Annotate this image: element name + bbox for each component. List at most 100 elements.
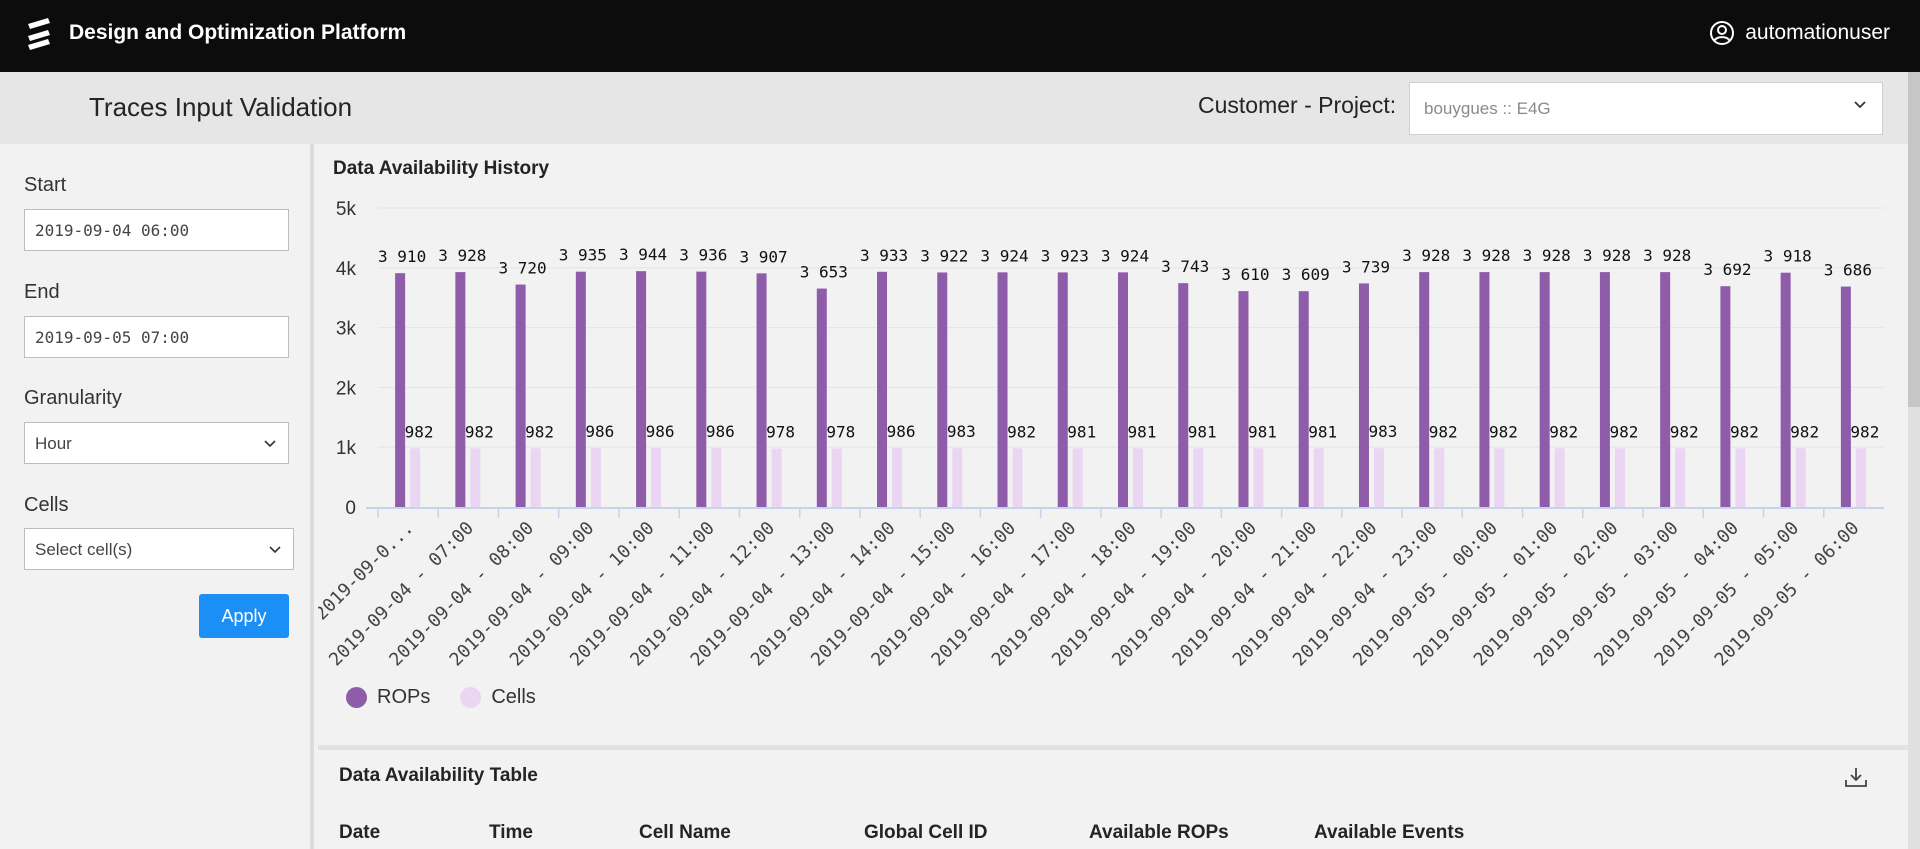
column-header-available-events[interactable]: Available Events bbox=[1314, 822, 1539, 844]
bar-cells bbox=[1253, 448, 1264, 507]
data-label-rops: 3 944 bbox=[619, 245, 667, 264]
data-label-rops: 3 739 bbox=[1342, 257, 1390, 276]
start-label: Start bbox=[24, 174, 67, 196]
bar-rops bbox=[696, 271, 707, 507]
data-label-cells: 982 bbox=[525, 422, 554, 441]
legend-swatch-rops bbox=[346, 687, 367, 708]
table-header-row: Date Time Cell Name Global Cell ID Avail… bbox=[339, 822, 1539, 844]
y-tick-label: 0 bbox=[345, 498, 356, 519]
bar-rops bbox=[997, 272, 1008, 507]
download-icon[interactable] bbox=[1844, 766, 1868, 788]
data-label-cells: 982 bbox=[1730, 422, 1759, 441]
granularity-label: Granularity bbox=[24, 387, 122, 409]
bar-rops bbox=[816, 288, 827, 507]
bar-chart: 01k2k3k4k5k3 9109822019-09-0...3 9289822… bbox=[318, 199, 1884, 670]
data-label-rops: 3 743 bbox=[1161, 257, 1209, 276]
user-circle-icon bbox=[1710, 21, 1735, 45]
column-header-cell-name[interactable]: Cell Name bbox=[639, 822, 864, 844]
data-label-cells: 981 bbox=[1067, 422, 1096, 441]
data-label-rops: 3 935 bbox=[559, 246, 607, 265]
column-header-available-rops[interactable]: Available ROPs bbox=[1089, 822, 1314, 844]
y-tick-label: 3k bbox=[336, 319, 357, 340]
bar-cells bbox=[1855, 448, 1866, 507]
y-tick-label: 2k bbox=[336, 378, 357, 399]
bar-rops bbox=[1599, 272, 1610, 507]
bar-cells bbox=[1012, 448, 1023, 507]
user-menu[interactable]: automationuser bbox=[1709, 20, 1890, 46]
bar-rops bbox=[1539, 272, 1550, 507]
data-label-cells: 981 bbox=[1248, 422, 1277, 441]
column-header-global-cell-id[interactable]: Global Cell ID bbox=[864, 822, 1089, 844]
table-title: Data Availability Table bbox=[339, 765, 538, 786]
data-label-rops: 3 907 bbox=[739, 247, 787, 266]
data-label-rops: 3 933 bbox=[860, 246, 908, 265]
start-input[interactable]: 2019-09-04 06:00 bbox=[24, 209, 289, 251]
legend-swatch-cells bbox=[460, 687, 482, 708]
data-label-cells: 986 bbox=[706, 422, 735, 441]
y-tick-label: 1k bbox=[336, 438, 357, 459]
chart-title: Data Availability History bbox=[333, 158, 550, 179]
page-title: Traces Input Validation bbox=[89, 92, 353, 122]
cells-placeholder: Select cell(s) bbox=[35, 540, 133, 559]
bar-cells bbox=[1614, 448, 1625, 507]
filter-sidebar: Start 2019-09-04 06:00 End 2019-09-05 07… bbox=[0, 144, 314, 849]
data-label-cells: 986 bbox=[646, 422, 675, 441]
data-label-cells: 982 bbox=[1007, 422, 1036, 441]
customer-project-select[interactable]: bouygues :: E4G bbox=[1409, 82, 1883, 135]
bar-cells bbox=[530, 448, 541, 507]
column-header-date[interactable]: Date bbox=[339, 822, 489, 844]
bar-rops bbox=[1057, 272, 1068, 507]
page-scrollbar-thumb[interactable] bbox=[1908, 72, 1920, 407]
bar-cells bbox=[771, 448, 782, 507]
bar-rops bbox=[575, 271, 586, 507]
legend-item-rops[interactable]: ROPs bbox=[346, 686, 430, 709]
data-label-rops: 3 609 bbox=[1282, 265, 1330, 284]
chevron-down-icon bbox=[269, 546, 281, 554]
app-title: Design and Optimization Platform bbox=[69, 21, 407, 44]
data-label-rops: 3 922 bbox=[920, 246, 968, 265]
ericsson-logo-icon[interactable] bbox=[24, 16, 54, 52]
bar-rops bbox=[395, 273, 406, 507]
bar-cells bbox=[651, 448, 662, 507]
data-label-cells: 983 bbox=[1369, 422, 1398, 441]
bar-cells bbox=[1554, 448, 1565, 507]
cells-select[interactable]: Select cell(s) bbox=[24, 528, 294, 570]
top-bar: Design and Optimization Platform automat… bbox=[0, 0, 1920, 72]
legend-item-cells[interactable]: Cells bbox=[460, 686, 536, 709]
column-header-time[interactable]: Time bbox=[489, 822, 639, 844]
bar-rops bbox=[1780, 272, 1791, 507]
bar-rops bbox=[877, 271, 888, 507]
data-label-cells: 983 bbox=[947, 422, 976, 441]
data-label-cells: 986 bbox=[585, 422, 614, 441]
legend-label-rops: ROPs bbox=[377, 686, 431, 708]
bar-rops bbox=[515, 284, 526, 507]
x-tick-label: 2019-09-0... bbox=[318, 518, 418, 625]
data-label-rops: 3 928 bbox=[1583, 246, 1631, 265]
data-label-cells: 978 bbox=[826, 423, 855, 442]
apply-button[interactable]: Apply bbox=[199, 594, 289, 638]
chevron-down-icon bbox=[1854, 101, 1866, 109]
granularity-select[interactable]: Hour bbox=[24, 422, 289, 464]
legend-label-cells: Cells bbox=[491, 686, 536, 708]
bar-rops bbox=[937, 272, 948, 507]
sub-header: Traces Input Validation Customer - Proje… bbox=[0, 72, 1908, 144]
data-label-cells: 982 bbox=[1429, 422, 1458, 441]
data-label-rops: 3 686 bbox=[1824, 261, 1872, 280]
bar-cells bbox=[1434, 448, 1445, 507]
bar-rops bbox=[636, 271, 647, 507]
data-label-cells: 978 bbox=[766, 423, 795, 442]
data-label-rops: 3 918 bbox=[1764, 247, 1812, 266]
bar-cells bbox=[1735, 448, 1746, 507]
data-label-cells: 982 bbox=[1790, 422, 1819, 441]
bar-rops bbox=[1840, 286, 1851, 507]
bar-cells bbox=[1133, 448, 1143, 507]
data-label-cells: 981 bbox=[1128, 422, 1157, 441]
data-availability-table-panel: Data Availability Table Date Time Cell N… bbox=[318, 745, 1908, 849]
data-label-rops: 3 928 bbox=[1643, 246, 1691, 265]
data-label-rops: 3 924 bbox=[980, 246, 1028, 265]
data-label-cells: 981 bbox=[1188, 422, 1217, 441]
bar-rops bbox=[1479, 272, 1490, 507]
chevron-down-icon bbox=[264, 440, 276, 448]
end-input[interactable]: 2019-09-05 07:00 bbox=[24, 316, 289, 358]
data-label-rops: 3 692 bbox=[1703, 260, 1751, 279]
